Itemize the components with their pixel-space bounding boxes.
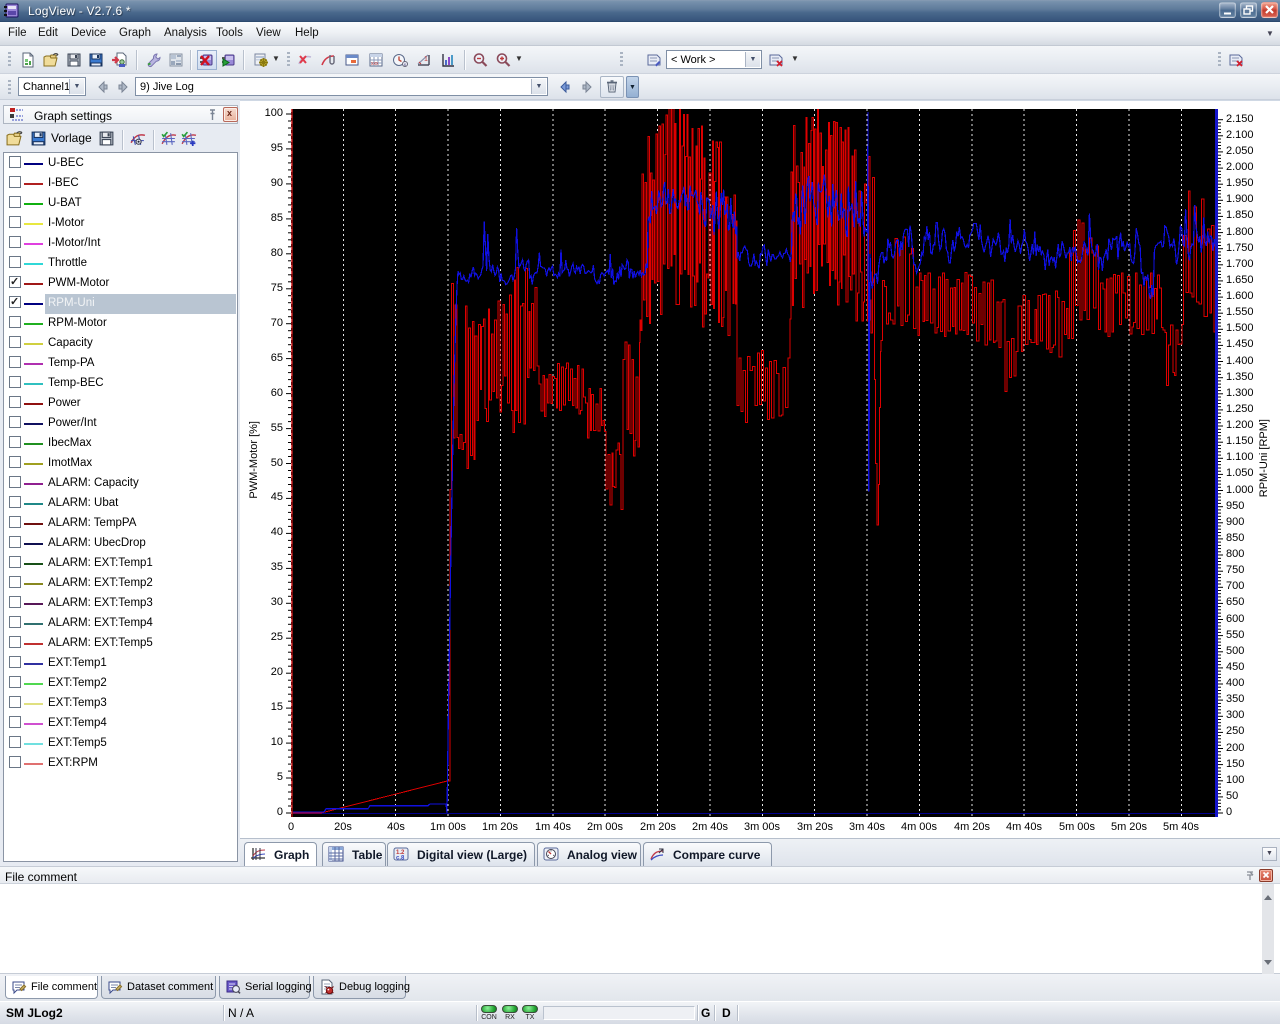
svg-text:c.8: c.8 — [396, 856, 405, 862]
svg-text:1: 1 — [424, 56, 428, 63]
svg-text:xxx: xxx — [371, 61, 379, 67]
